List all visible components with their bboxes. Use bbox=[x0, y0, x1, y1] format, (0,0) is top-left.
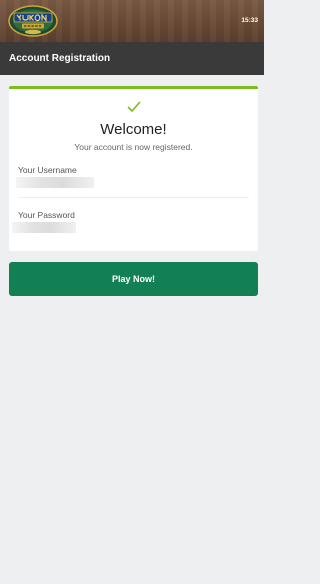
page-title: Account Registration bbox=[9, 53, 111, 64]
username-value-redacted bbox=[16, 177, 94, 188]
registration-card: Welcome! Your account is now registered.… bbox=[9, 86, 258, 251]
password-value-redacted bbox=[12, 222, 76, 233]
check-icon bbox=[127, 101, 141, 112]
welcome-heading: Welcome! bbox=[100, 121, 167, 138]
password-label: Your Password bbox=[18, 210, 75, 220]
yukon-gold-casino-logo[interactable] bbox=[8, 4, 58, 38]
clock-time: 15:33 bbox=[241, 17, 258, 24]
registered-message: Your account is now registered. bbox=[74, 142, 193, 152]
top-banner: 15:33 bbox=[0, 0, 264, 42]
play-now-button[interactable]: Play Now! bbox=[9, 262, 258, 296]
title-bar: Account Registration bbox=[0, 42, 264, 75]
field-divider bbox=[18, 197, 249, 198]
username-label: Your Username bbox=[18, 165, 77, 175]
